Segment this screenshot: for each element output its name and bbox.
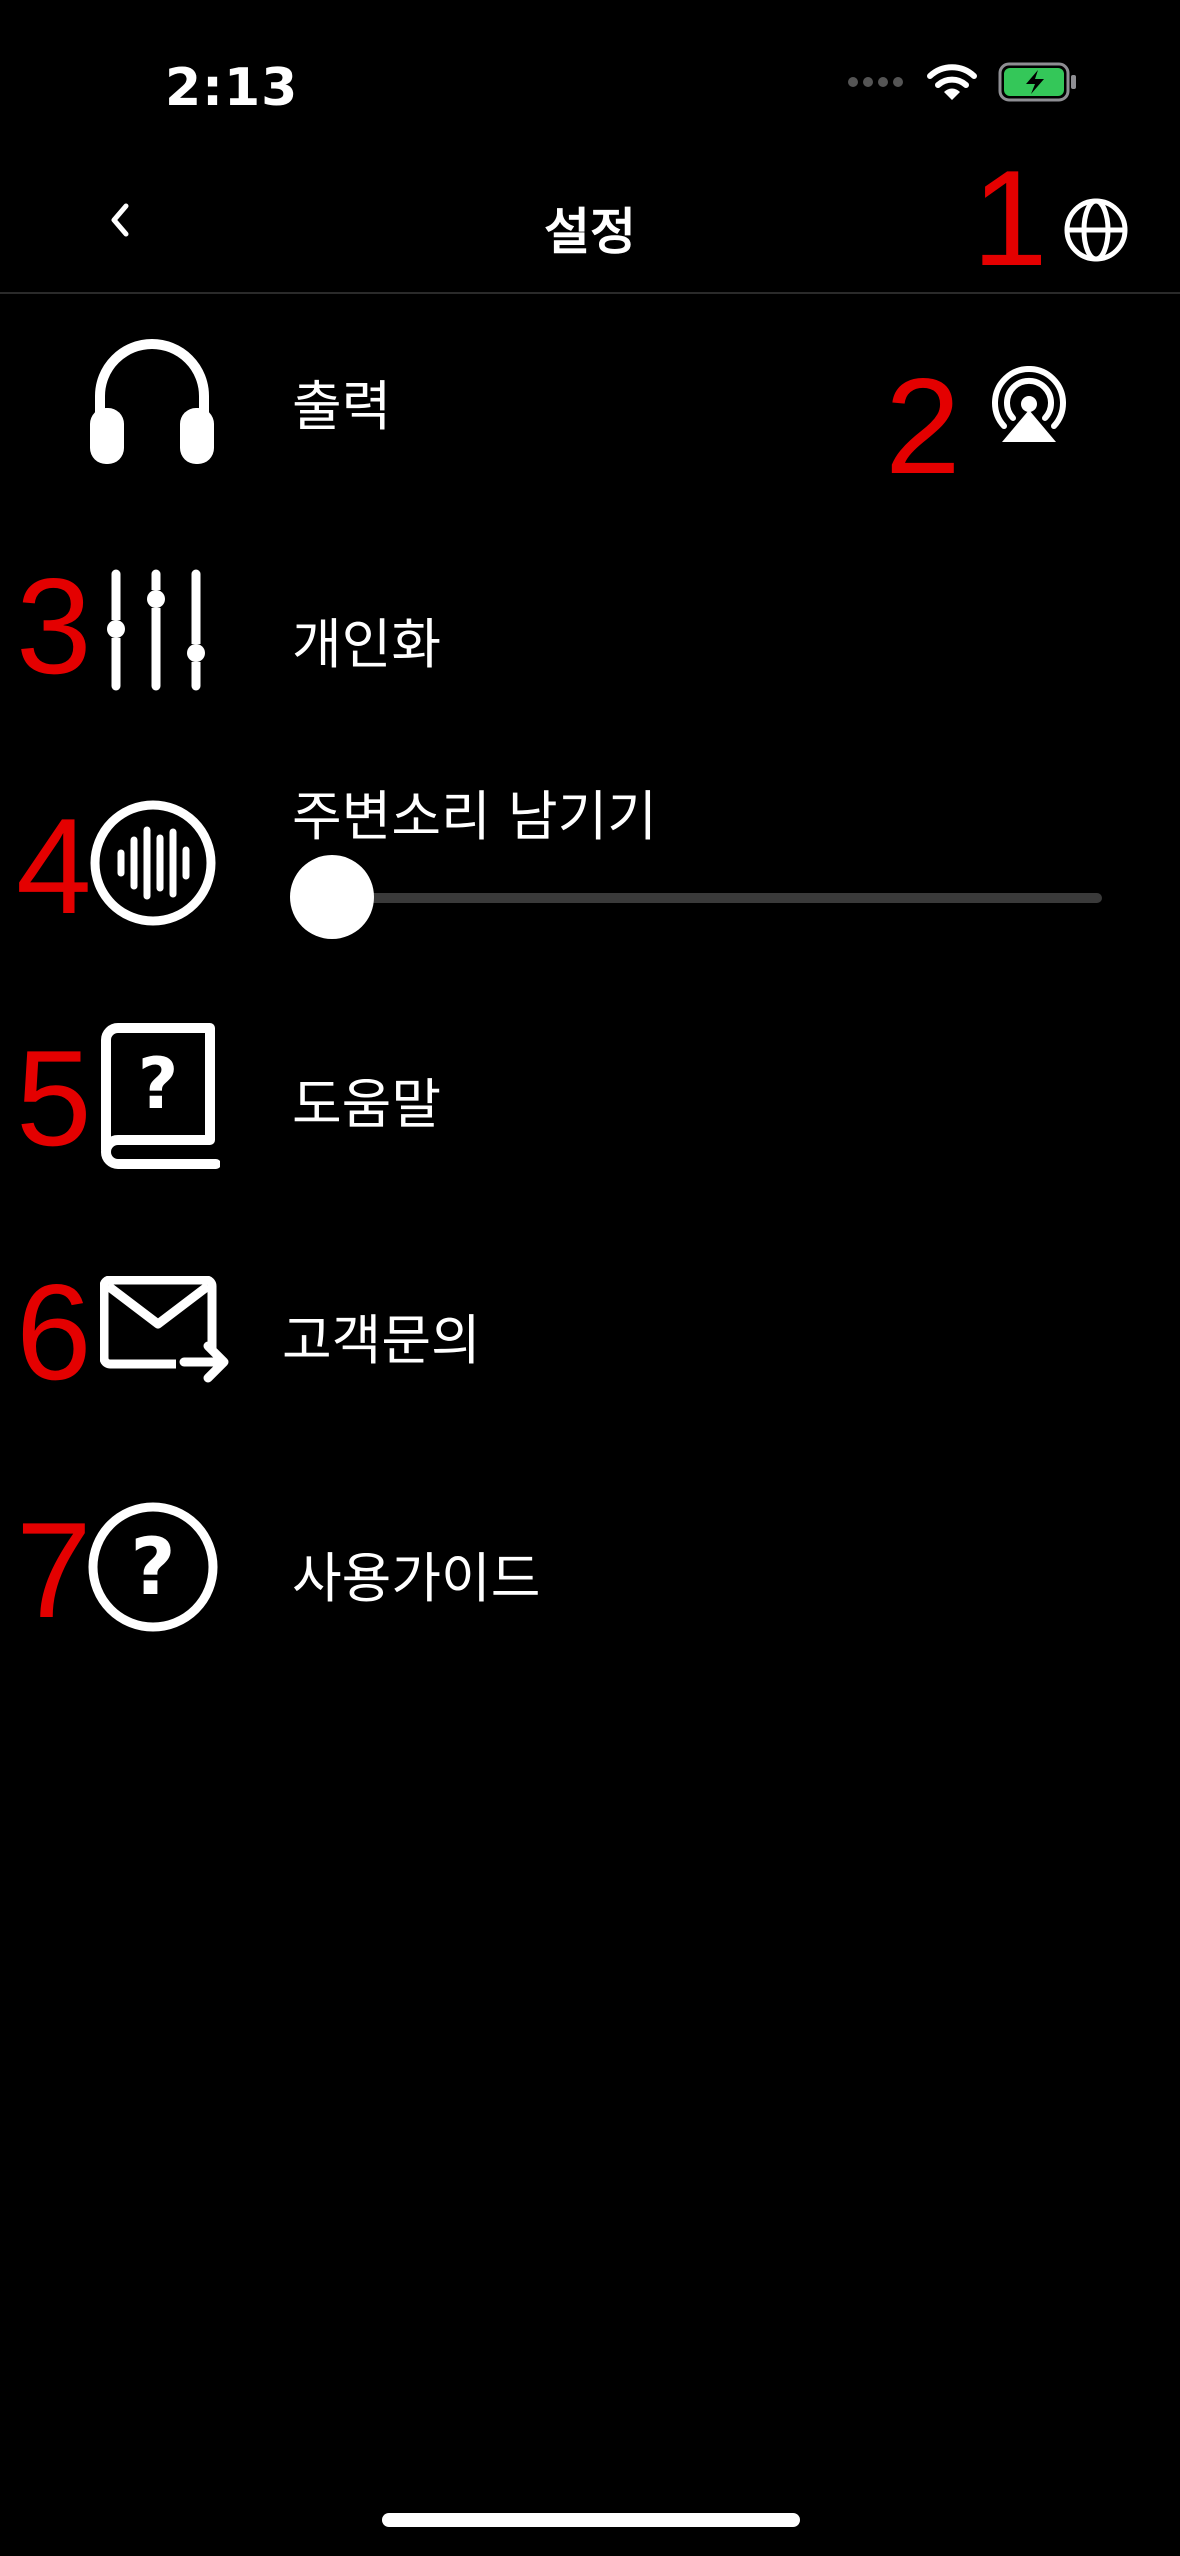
- personalize-row[interactable]: [104, 568, 208, 692]
- contact-row[interactable]: [100, 1276, 232, 1386]
- guide-row[interactable]: ?: [86, 1500, 220, 1634]
- help-label[interactable]: 도움말: [292, 1060, 441, 1139]
- contact-label[interactable]: 고객문의: [282, 1296, 481, 1375]
- language-button[interactable]: [1060, 194, 1132, 266]
- ambient-slider-track[interactable]: [292, 893, 1102, 903]
- mail-forward-icon: [100, 1276, 229, 1383]
- output-label[interactable]: 출력: [292, 362, 391, 441]
- airplay-audio-icon: [992, 366, 1066, 442]
- status-time: 2:13: [165, 58, 299, 118]
- ambient-slider-thumb[interactable]: [290, 855, 374, 939]
- ambient-icon-wrap: [88, 798, 218, 928]
- status-icons: [848, 62, 1078, 102]
- wifi-icon: [927, 64, 977, 100]
- battery-charging-icon: [998, 62, 1076, 102]
- ambient-label: 주변소리 남기기: [292, 785, 657, 848]
- home-indicator[interactable]: [382, 2513, 800, 2527]
- signal-dots-icon: [848, 77, 903, 87]
- svg-text:?: ?: [138, 1043, 179, 1125]
- annotation-2: 2: [885, 350, 961, 502]
- personalize-label[interactable]: 개인화: [292, 600, 441, 679]
- annotation-7: 7: [16, 1494, 92, 1646]
- globe-icon: [1064, 198, 1128, 262]
- airplay-button[interactable]: [990, 366, 1068, 444]
- help-book-icon: ?: [101, 1023, 220, 1169]
- output-row[interactable]: [86, 330, 218, 466]
- annotation-1: 1: [972, 142, 1048, 294]
- headphones-icon: [90, 339, 214, 464]
- annotation-5: 5: [16, 1022, 92, 1174]
- annotation-3: 3: [16, 550, 92, 702]
- sound-wave-circle-icon: [90, 800, 216, 926]
- annotation-4: 4: [16, 790, 92, 942]
- svg-text:?: ?: [130, 1523, 175, 1613]
- annotation-6: 6: [16, 1256, 92, 1408]
- guide-label[interactable]: 사용가이드: [292, 1534, 540, 1613]
- question-circle-icon: ?: [88, 1502, 218, 1632]
- help-row[interactable]: ?: [88, 1022, 220, 1174]
- equalizer-sliders-icon: [104, 569, 208, 691]
